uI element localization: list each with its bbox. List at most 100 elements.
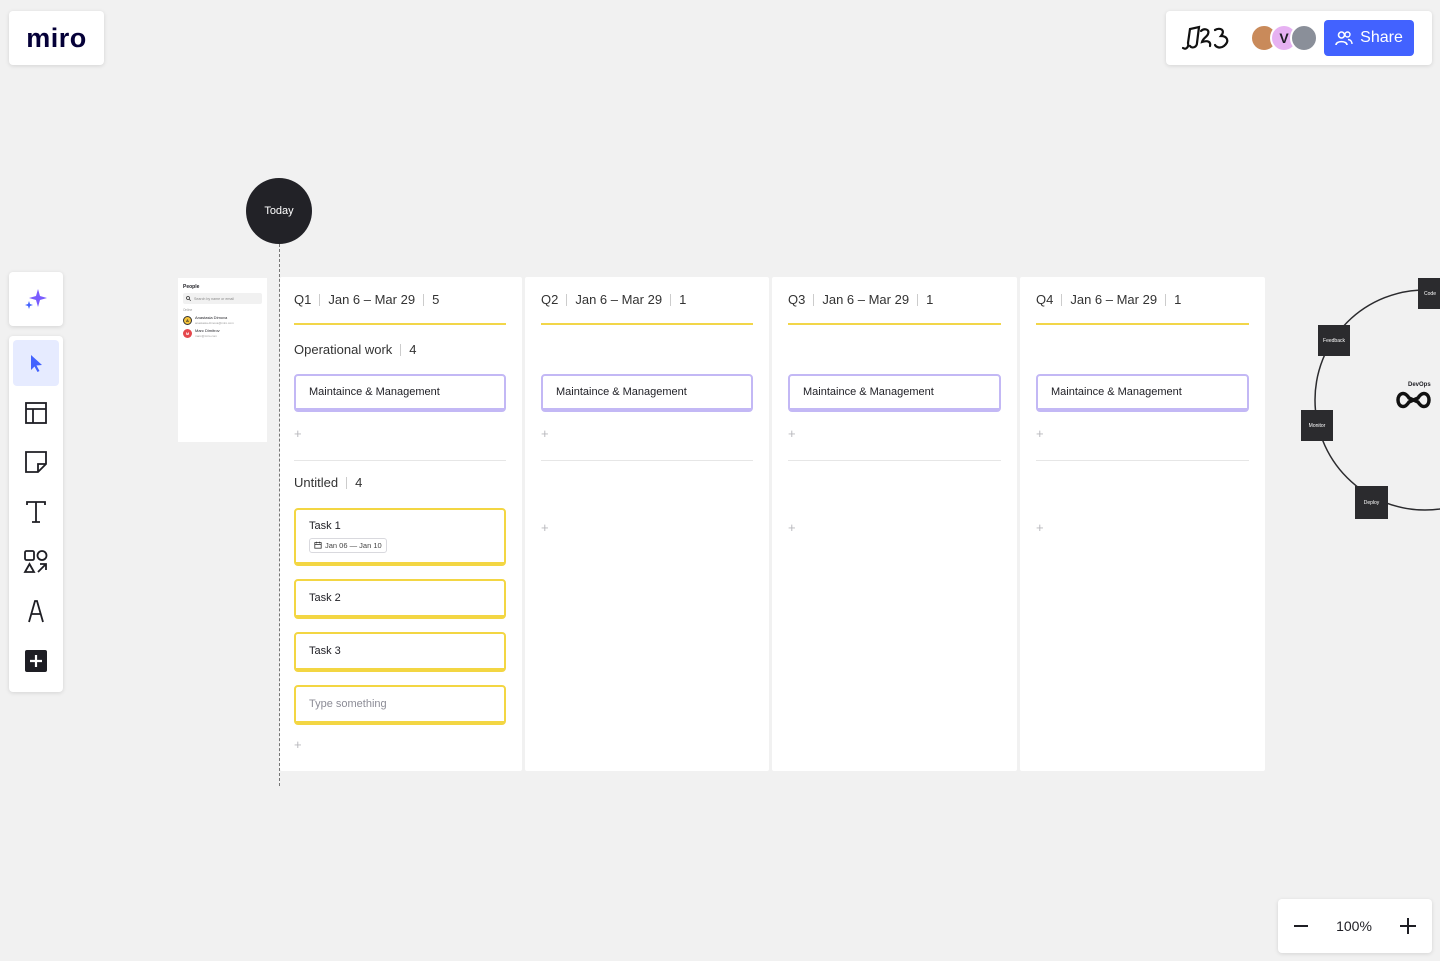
column-header[interactable]: Q4 Jan 6 – Mar 29 1 [1036,292,1181,307]
miro-logo[interactable]: miro [9,11,104,65]
divider [423,293,425,306]
tool-more[interactable] [13,638,59,684]
quarter-range: Jan 6 – Mar 29 [822,292,910,307]
calendar-icon [314,541,322,549]
group-name: Untitled [294,475,339,490]
input-placeholder: Type something [309,698,387,710]
task-card[interactable]: Task 3 [294,632,506,672]
tool-select[interactable] [13,340,59,386]
cursor-icon [31,355,42,372]
group-title-operational[interactable]: Operational work 4 [294,342,417,357]
devops-title: DevOps [1408,382,1431,388]
tool-templates[interactable] [13,390,59,436]
task-card[interactable]: Task 1 Jan 06 — Jan 10 [294,508,506,566]
quarter-count: 1 [1174,292,1182,307]
tool-shapes[interactable] [13,539,59,585]
avatar[interactable] [1290,24,1318,52]
divider [1061,293,1063,306]
creation-toolbar [9,336,63,692]
column-header[interactable]: Q3 Jan 6 – Mar 29 1 [788,292,933,307]
quarter-rule [294,323,506,325]
card-maintenance[interactable]: Maintaince & Management [541,374,753,412]
card-label: Maintaince & Management [309,386,440,398]
quarter-range: Jan 6 – Mar 29 [1070,292,1158,307]
devops-diagram[interactable]: Code Feedback Monitor Deploy DevOps [1290,270,1440,530]
divider [319,293,321,306]
date-range: Jan 06 — Jan 10 [325,540,382,550]
ai-assist-panel[interactable] [9,272,63,326]
person-avatar: A [183,316,192,325]
collaboration-bar: V Share [1166,11,1432,65]
tool-sticky-note[interactable] [13,439,59,485]
search-icon [186,296,191,301]
task-label: Task 3 [309,645,341,657]
today-marker[interactable]: Today [246,178,312,244]
pen-icon [28,600,44,623]
new-task-input[interactable]: Type something [294,685,506,725]
card-maintenance[interactable]: Maintaince & Management [1036,374,1249,412]
quarter-count: 1 [926,292,934,307]
users-icon [1335,31,1353,46]
devops-node-deploy[interactable]: Deploy [1355,486,1388,519]
collaborator-avatars[interactable]: V [1250,24,1318,52]
add-card-button[interactable]: + [541,426,549,441]
add-card-button[interactable]: + [788,426,796,441]
text-icon [26,501,46,523]
people-panel[interactable]: People Search by name or email Online A … [178,278,267,442]
share-label: Share [1360,29,1403,46]
people-search-input[interactable]: Search by name or email [183,293,262,304]
add-card-button[interactable]: + [541,520,549,535]
zoom-control: 100% [1278,899,1432,953]
shapes-icon [23,549,48,573]
person-row[interactable]: M Marc Dimitrov marc@miro.com [183,329,262,338]
person-row[interactable]: A Anastasia Dimova anastasia.dimova@miro… [183,316,262,325]
tool-pen[interactable] [13,588,59,634]
quarter-rule [788,323,1001,325]
quarter-column-q2: Q2 Jan 6 – Mar 29 1 Maintaince & Managem… [525,277,769,771]
zoom-level[interactable]: 100% [1336,918,1372,934]
quarter-range: Jan 6 – Mar 29 [575,292,663,307]
divider [400,343,402,356]
group-count: 4 [355,475,363,490]
task-label: Task 1 [309,519,341,532]
group-title-untitled[interactable]: Untitled 4 [294,475,362,490]
date-chip[interactable]: Jan 06 — Jan 10 [309,537,387,553]
quarter-label: Q1 [294,292,312,307]
sparkle-icon [25,289,47,309]
card-label: Maintaince & Management [1051,386,1182,398]
quarter-column-q1: Q1 Jan 6 – Mar 29 5 Operational work 4 M… [280,277,522,771]
add-card-button[interactable]: + [1036,426,1044,441]
zoom-in-icon[interactable] [1398,916,1418,936]
card-maintenance[interactable]: Maintaince & Management [294,374,506,412]
add-card-button[interactable]: + [788,520,796,535]
devops-node-monitor[interactable]: Monitor [1301,410,1333,441]
add-card-button[interactable]: + [294,737,302,752]
quarter-label: Q4 [1036,292,1054,307]
task-label: Task 2 [309,592,341,604]
group-divider [788,460,1001,461]
quarter-count: 5 [432,292,440,307]
devops-node-feedback[interactable]: Feedback [1318,325,1350,356]
reactions-icon[interactable] [1180,23,1234,53]
people-title: People [183,284,200,290]
search-placeholder: Search by name or email [194,296,234,301]
quarter-range: Jan 6 – Mar 29 [328,292,416,307]
people-section-label: Online [183,308,193,312]
group-divider [294,460,506,461]
column-header[interactable]: Q2 Jan 6 – Mar 29 1 [541,292,686,307]
share-button[interactable]: Share [1324,20,1414,56]
add-card-button[interactable]: + [1036,520,1044,535]
column-header[interactable]: Q1 Jan 6 – Mar 29 5 [294,292,439,307]
tool-text[interactable] [13,489,59,535]
quarter-rule [541,323,753,325]
group-divider [1036,460,1249,461]
divider [813,293,815,306]
add-card-button[interactable]: + [294,426,302,441]
divider [670,293,672,306]
group-count: 4 [409,342,417,357]
task-card[interactable]: Task 2 [294,579,506,619]
devops-node-code[interactable]: Code [1418,278,1440,309]
card-label: Maintaince & Management [556,386,687,398]
zoom-out-icon[interactable] [1292,917,1310,935]
card-maintenance[interactable]: Maintaince & Management [788,374,1001,412]
